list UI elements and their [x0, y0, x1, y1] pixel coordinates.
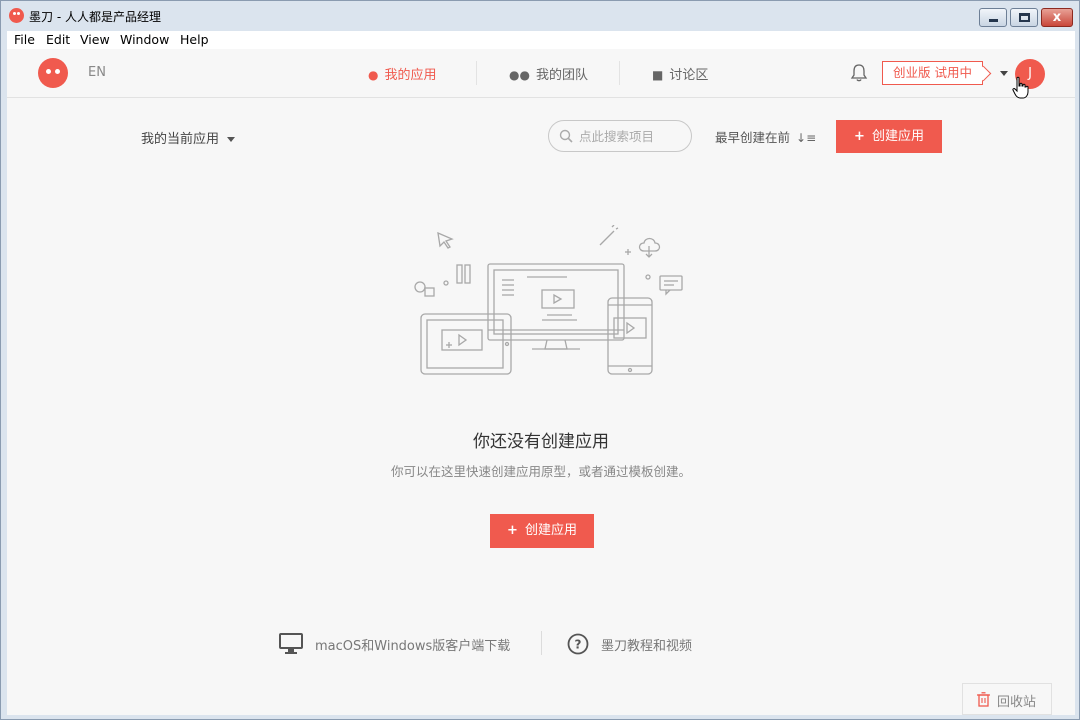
sort-toggle[interactable]: 最早创建在前 ↓≡: [715, 127, 816, 146]
menu-bar: File Edit View Window Help: [7, 31, 1075, 49]
sort-icon: ↓≡: [796, 131, 817, 145]
trash-button[interactable]: 回收站: [962, 683, 1052, 715]
search-icon: [559, 129, 573, 143]
nav-label: 讨论区: [669, 68, 709, 83]
chevron-down-icon[interactable]: [1000, 71, 1008, 76]
modao-logo-icon[interactable]: [38, 58, 68, 88]
trash-icon: [977, 692, 990, 707]
plus-icon: +: [854, 129, 865, 144]
footer-divider: [541, 631, 542, 655]
empty-state-title: 你还没有创建应用: [473, 432, 609, 452]
chat-icon: ■: [652, 68, 664, 82]
window-title: 墨刀 - 人人都是产品经理: [29, 10, 161, 24]
menu-edit[interactable]: Edit: [46, 32, 70, 47]
maximize-icon: [1019, 13, 1030, 22]
nav-label: 我的团队: [535, 68, 588, 83]
trial-badge[interactable]: 创业版 试用中: [882, 61, 983, 85]
hand-cursor-icon: [1012, 76, 1029, 99]
menu-help[interactable]: Help: [180, 32, 209, 47]
close-icon: x: [1052, 10, 1062, 25]
svg-text:?: ?: [575, 638, 582, 652]
plus-icon: +: [507, 523, 518, 538]
app-filter-dropdown[interactable]: 我的当前应用: [141, 128, 236, 147]
tutorial-label: 墨刀教程和视频: [601, 639, 693, 654]
menu-view[interactable]: View: [80, 32, 110, 47]
app-window: 墨刀 - 人人都是产品经理 x File Edit View Window He…: [0, 0, 1080, 720]
tutorial-link[interactable]: ? 墨刀教程和视频: [567, 633, 693, 655]
help-icon: ?: [567, 633, 589, 655]
nav-my-team[interactable]: ●● 我的团队: [509, 64, 588, 83]
minimize-button[interactable]: [979, 8, 1007, 27]
bell-icon[interactable]: [849, 63, 869, 83]
nav-my-apps[interactable]: ● 我的应用: [368, 64, 437, 83]
client-download-link[interactable]: macOS和Windows版客户端下载: [279, 633, 511, 654]
top-header: EN ● 我的应用 ●● 我的团队 ■ 讨论区 创业版 试用中 J: [7, 49, 1075, 99]
nav-discussion[interactable]: ■ 讨论区: [652, 64, 708, 83]
create-app-label: 创建应用: [871, 129, 924, 144]
trash-label: 回收站: [997, 695, 1037, 710]
create-app-center-button[interactable]: + 创建应用: [490, 514, 594, 548]
create-app-button[interactable]: + 创建应用: [836, 120, 942, 153]
app-content: EN ● 我的应用 ●● 我的团队 ■ 讨论区 创业版 试用中 J 我的当前应用…: [7, 49, 1075, 715]
maximize-button[interactable]: [1010, 8, 1038, 27]
empty-state-description: 你可以在这里快速创建应用原型，或者通过模板创建。: [390, 464, 691, 479]
devices-illustration: [414, 225, 683, 375]
user-icon: ●: [368, 68, 379, 82]
menu-window[interactable]: Window: [120, 32, 169, 47]
language-switch[interactable]: EN: [88, 65, 106, 80]
search-input[interactable]: [579, 127, 684, 145]
search-box[interactable]: [548, 120, 692, 152]
app-logo-icon: [9, 8, 24, 23]
title-bar: 墨刀 - 人人都是产品经理 x: [1, 1, 1079, 31]
nav-label: 我的应用: [384, 68, 437, 83]
caret-down-icon: [227, 137, 236, 142]
nav-divider: [476, 61, 477, 85]
team-icon: ●●: [509, 68, 530, 82]
desktop-icon: [279, 633, 303, 654]
create-app-center-label: 创建应用: [524, 523, 577, 538]
close-button[interactable]: x: [1041, 8, 1073, 27]
nav-divider: [619, 61, 620, 85]
sort-label: 最早创建在前: [715, 130, 791, 145]
minimize-icon: [989, 19, 998, 22]
app-filter-label: 我的当前应用: [141, 132, 220, 147]
menu-file[interactable]: File: [14, 32, 35, 47]
client-download-label: macOS和Windows版客户端下载: [315, 639, 511, 654]
